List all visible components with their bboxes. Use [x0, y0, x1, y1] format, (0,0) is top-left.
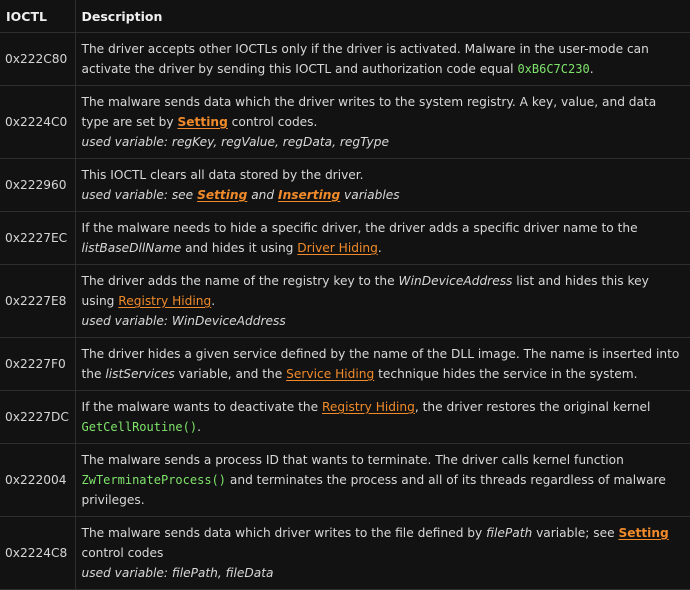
description-text: If the malware needs to hide a specific … [81, 221, 638, 235]
used-variable-note: used variable: regKey, regValue, regData… [81, 135, 389, 149]
ioctl-code: 0x2224C8 [0, 516, 75, 590]
inline-code: ZwTerminateProcess() [81, 473, 227, 487]
description-text: This IOCTL clears all data stored by the… [81, 168, 364, 182]
variable-name: listServices [105, 367, 175, 381]
ioctl-code: 0x2227E8 [0, 264, 75, 338]
used-variable-note: used variable: WinDeviceAddress [81, 314, 286, 328]
inline-code: GetCellRoutine() [81, 420, 198, 434]
description-text: and hides it using [181, 241, 298, 255]
description-cell: The driver hides a given service defined… [74, 337, 690, 391]
ioctl-code: 0x2227F0 [0, 337, 75, 391]
inserting-link[interactable]: Inserting [278, 188, 340, 202]
description-text: control codes. [227, 115, 318, 129]
inline-code: 0xB6C7C230 [517, 62, 590, 76]
note-text: variables [340, 188, 400, 202]
description-cell: This IOCTL clears all data stored by the… [74, 158, 690, 212]
description-text: The driver adds the name of the registry… [81, 274, 399, 288]
note-text: used variable: see [81, 188, 198, 202]
driver-hiding-link[interactable]: Driver Hiding [297, 241, 378, 255]
variable-name: listBaseDllName [81, 241, 182, 255]
description-text: . [211, 294, 216, 308]
setting-link[interactable]: Setting [178, 115, 228, 129]
description-text: , the driver restores the original kerne… [414, 400, 651, 414]
registry-hiding-link[interactable]: Registry Hiding [118, 294, 211, 308]
description-cell: If the malware needs to hide a specific … [74, 211, 690, 265]
description-cell: If the malware wants to deactivate the R… [74, 390, 690, 444]
description-cell: The malware sends data which the driver … [74, 85, 690, 159]
description-text: . [197, 420, 201, 434]
description-text: The malware sends data which the driver … [81, 95, 657, 129]
service-hiding-link[interactable]: Service Hiding [286, 367, 374, 381]
description-cell: The driver adds the name of the registry… [74, 264, 690, 338]
table-row: 0x2224C0 The malware sends data which th… [0, 85, 690, 159]
description-text: variable, and the [174, 367, 287, 381]
table-row: 0x222004 The malware sends a process ID … [0, 443, 690, 517]
note-text: and [247, 188, 279, 202]
table-row: 0x222960 This IOCTL clears all data stor… [0, 158, 690, 212]
description-text: The malware sends data which driver writ… [81, 526, 487, 540]
description-text: The malware sends a process ID that want… [81, 453, 624, 467]
table-header-row: IOCTL Description [0, 0, 690, 33]
table-row: 0x2227F0 The driver hides a given servic… [0, 337, 690, 391]
description-text: technique hides the service in the syste… [374, 367, 638, 381]
used-variable-note: used variable: filePath, fileData [81, 566, 274, 580]
description-cell: The malware sends a process ID that want… [74, 443, 690, 517]
ioctl-code: 0x2227DC [0, 390, 75, 444]
variable-name: filePath [486, 526, 533, 540]
description-text: . [589, 62, 594, 76]
table-row: 0x222C80 The driver accepts other IOCTLs… [0, 32, 690, 86]
ioctl-code: 0x222960 [0, 158, 75, 212]
ioctl-code: 0x222004 [0, 443, 75, 517]
table-row: 0x2227DC If the malware wants to deactiv… [0, 390, 690, 444]
description-cell: The malware sends data which driver writ… [74, 516, 690, 590]
table-row: 0x2227E8 The driver adds the name of the… [0, 264, 690, 338]
used-variable-note: used variable: see Setting and Inserting… [82, 185, 685, 205]
setting-link[interactable]: Setting [618, 526, 668, 540]
variable-name: WinDeviceAddress [398, 274, 513, 288]
table-row: 0x2224C8 The malware sends data which dr… [0, 516, 690, 590]
table-row: 0x2227EC If the malware needs to hide a … [0, 211, 690, 265]
registry-hiding-link[interactable]: Registry Hiding [322, 400, 415, 414]
column-header-description: Description [74, 0, 690, 33]
description-text: If the malware wants to deactivate the [81, 400, 322, 414]
ioctl-table: IOCTL Description 0x222C80 The driver ac… [0, 0, 690, 590]
ioctl-code: 0x2227EC [0, 211, 75, 265]
column-header-ioctl: IOCTL [0, 0, 75, 33]
ioctl-code: 0x222C80 [0, 32, 75, 86]
description-text: variable; see [532, 526, 619, 540]
description-cell: The driver accepts other IOCTLs only if … [74, 32, 690, 86]
ioctl-code: 0x2224C0 [0, 85, 75, 159]
setting-link[interactable]: Setting [197, 188, 247, 202]
description-text: control codes [81, 546, 164, 560]
description-text: . [377, 241, 382, 255]
